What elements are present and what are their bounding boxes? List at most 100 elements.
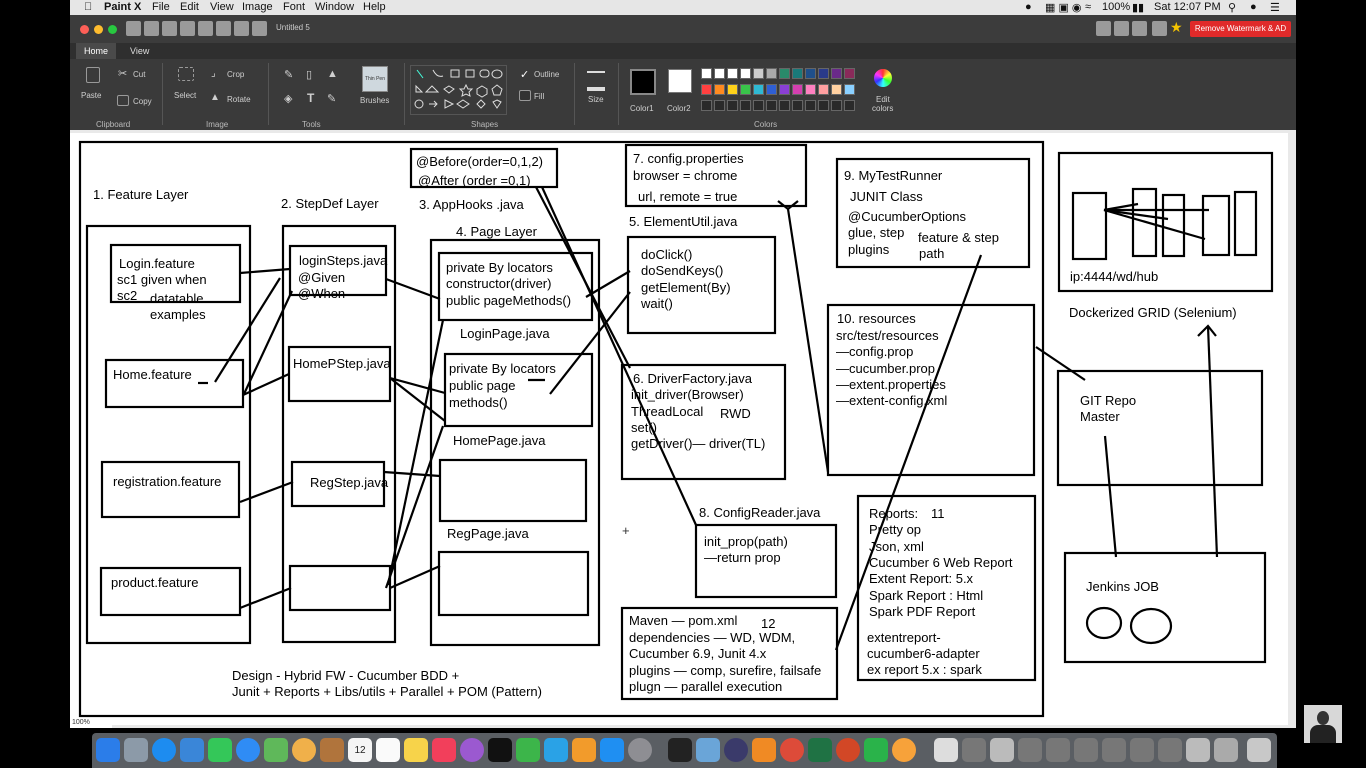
printer-icon[interactable] <box>1132 21 1147 36</box>
palette-swatch[interactable] <box>792 68 803 79</box>
text-tool-icon[interactable]: T <box>307 91 314 105</box>
notes-icon[interactable] <box>404 738 428 762</box>
user-icon[interactable]: ● <box>1250 1 1257 13</box>
app-asterisk-icon[interactable] <box>892 738 916 762</box>
trash-icon[interactable] <box>1247 738 1271 762</box>
menu-help[interactable]: Help <box>363 1 386 13</box>
palette-swatch[interactable] <box>805 84 816 95</box>
calendar-icon[interactable]: 12 <box>348 738 372 762</box>
cut-button[interactable]: Cut <box>133 70 145 79</box>
rotate-icon[interactable]: ▲ <box>210 92 220 103</box>
palette-swatch[interactable] <box>818 68 829 79</box>
system-preferences-icon[interactable] <box>628 738 652 762</box>
music-icon[interactable] <box>432 738 456 762</box>
palette-custom-slot[interactable] <box>753 100 764 111</box>
zoom-level[interactable]: 100% <box>70 718 112 728</box>
copy-icon[interactable] <box>216 21 231 36</box>
palette-custom-slot[interactable] <box>766 100 777 111</box>
palette-custom-slot[interactable] <box>727 100 738 111</box>
palette-swatch[interactable] <box>714 68 725 79</box>
spotlight-icon[interactable]: ⚲ <box>1228 1 1236 14</box>
redo-icon[interactable] <box>252 21 267 36</box>
undo-icon[interactable] <box>234 21 249 36</box>
palette-swatch[interactable] <box>818 84 829 95</box>
palette-custom-slot[interactable] <box>831 100 842 111</box>
finder-icon[interactable] <box>96 738 120 762</box>
palette-swatch[interactable] <box>805 68 816 79</box>
menu-view[interactable]: View <box>210 1 234 13</box>
maps-icon[interactable] <box>264 738 288 762</box>
scissors-icon[interactable]: ✂ <box>118 67 127 80</box>
window-thumbnail-1[interactable] <box>934 738 958 762</box>
crop-button[interactable]: Crop <box>227 70 244 79</box>
new-file-icon[interactable] <box>126 21 141 36</box>
outline-toggle[interactable]: Outline <box>534 70 559 79</box>
line-size-icon[interactable] <box>587 71 605 91</box>
palette-custom-slot[interactable] <box>779 100 790 111</box>
palette-swatch[interactable] <box>727 84 738 95</box>
palette-swatch[interactable] <box>766 84 777 95</box>
app-menu[interactable]: Paint X <box>104 1 141 13</box>
text-icon[interactable] <box>1114 21 1129 36</box>
preview-icon[interactable] <box>696 738 720 762</box>
pages-icon[interactable] <box>572 738 596 762</box>
palette-custom-slot[interactable] <box>701 100 712 111</box>
palette-custom-slot[interactable] <box>818 100 829 111</box>
podcasts-icon[interactable] <box>460 738 484 762</box>
safari-icon[interactable] <box>152 738 176 762</box>
reminders-icon[interactable] <box>376 738 400 762</box>
crop-icon[interactable]: ⌟ <box>211 68 216 79</box>
window-thumbnail-4[interactable] <box>1018 738 1042 762</box>
menu-image[interactable]: Image <box>242 1 273 13</box>
close-window-button[interactable] <box>80 25 89 34</box>
palette-swatch[interactable] <box>727 68 738 79</box>
window-icon[interactable] <box>1096 21 1111 36</box>
status-icons[interactable]: ▦ ▣ ◉ <box>1045 1 1082 14</box>
powerpoint-icon[interactable] <box>836 738 860 762</box>
eraser-icon[interactable]: ▯ <box>306 68 312 81</box>
drawing-canvas[interactable]: 1. Feature Layer 2. StepDef Layer 3. App… <box>70 130 1296 728</box>
palette-swatch[interactable] <box>766 68 777 79</box>
window-thumbnail-3[interactable] <box>990 738 1014 762</box>
window-thumbnail-11[interactable] <box>1214 738 1238 762</box>
keynote-icon[interactable] <box>544 738 568 762</box>
minimize-window-button[interactable] <box>94 25 103 34</box>
paste-button[interactable]: Paste <box>81 91 101 100</box>
palette-swatch[interactable] <box>753 84 764 95</box>
window-thumbnail-7[interactable] <box>1102 738 1126 762</box>
tab-home[interactable]: Home <box>76 43 117 59</box>
palette-custom-slot[interactable] <box>714 100 725 111</box>
shapes-gallery[interactable] <box>410 65 507 115</box>
palette-swatch[interactable] <box>714 84 725 95</box>
photos-icon[interactable] <box>292 738 316 762</box>
palette-swatch[interactable] <box>844 84 855 95</box>
fill-toggle[interactable]: Fill <box>534 92 544 101</box>
chrome-icon[interactable] <box>780 738 804 762</box>
mail-icon[interactable] <box>1152 21 1167 36</box>
palette-swatch[interactable] <box>740 84 751 95</box>
numbers-icon[interactable] <box>516 738 540 762</box>
window-thumbnail-10[interactable] <box>1186 738 1210 762</box>
window-thumbnail-8[interactable] <box>1130 738 1154 762</box>
open-file-icon[interactable] <box>144 21 159 36</box>
battery-icon[interactable]: ▮▮ <box>1132 1 1144 14</box>
menu-edit[interactable]: Edit <box>180 1 199 13</box>
window-thumbnail-5[interactable] <box>1046 738 1070 762</box>
copy-button[interactable]: Copy <box>133 97 152 106</box>
app-c-icon[interactable] <box>864 738 888 762</box>
facetime-icon[interactable] <box>208 738 232 762</box>
launchpad-icon[interactable] <box>124 738 148 762</box>
palette-swatch[interactable] <box>831 84 842 95</box>
color-picker-icon[interactable]: ✎ <box>327 92 336 105</box>
save-icon[interactable] <box>162 21 177 36</box>
eclipse-icon[interactable] <box>724 738 748 762</box>
palette-custom-slot[interactable] <box>792 100 803 111</box>
brush-thumbnail[interactable]: Thin Pen <box>362 66 388 92</box>
menu-window[interactable]: Window <box>315 1 354 13</box>
control-center-icon[interactable]: ☰ <box>1270 1 1280 14</box>
wifi-icon[interactable]: ≈ <box>1085 1 1091 13</box>
palette-swatch[interactable] <box>844 68 855 79</box>
pencil-icon[interactable]: ✎ <box>284 68 293 81</box>
photo-app-icon[interactable] <box>180 738 204 762</box>
zoom-window-button[interactable] <box>108 25 117 34</box>
